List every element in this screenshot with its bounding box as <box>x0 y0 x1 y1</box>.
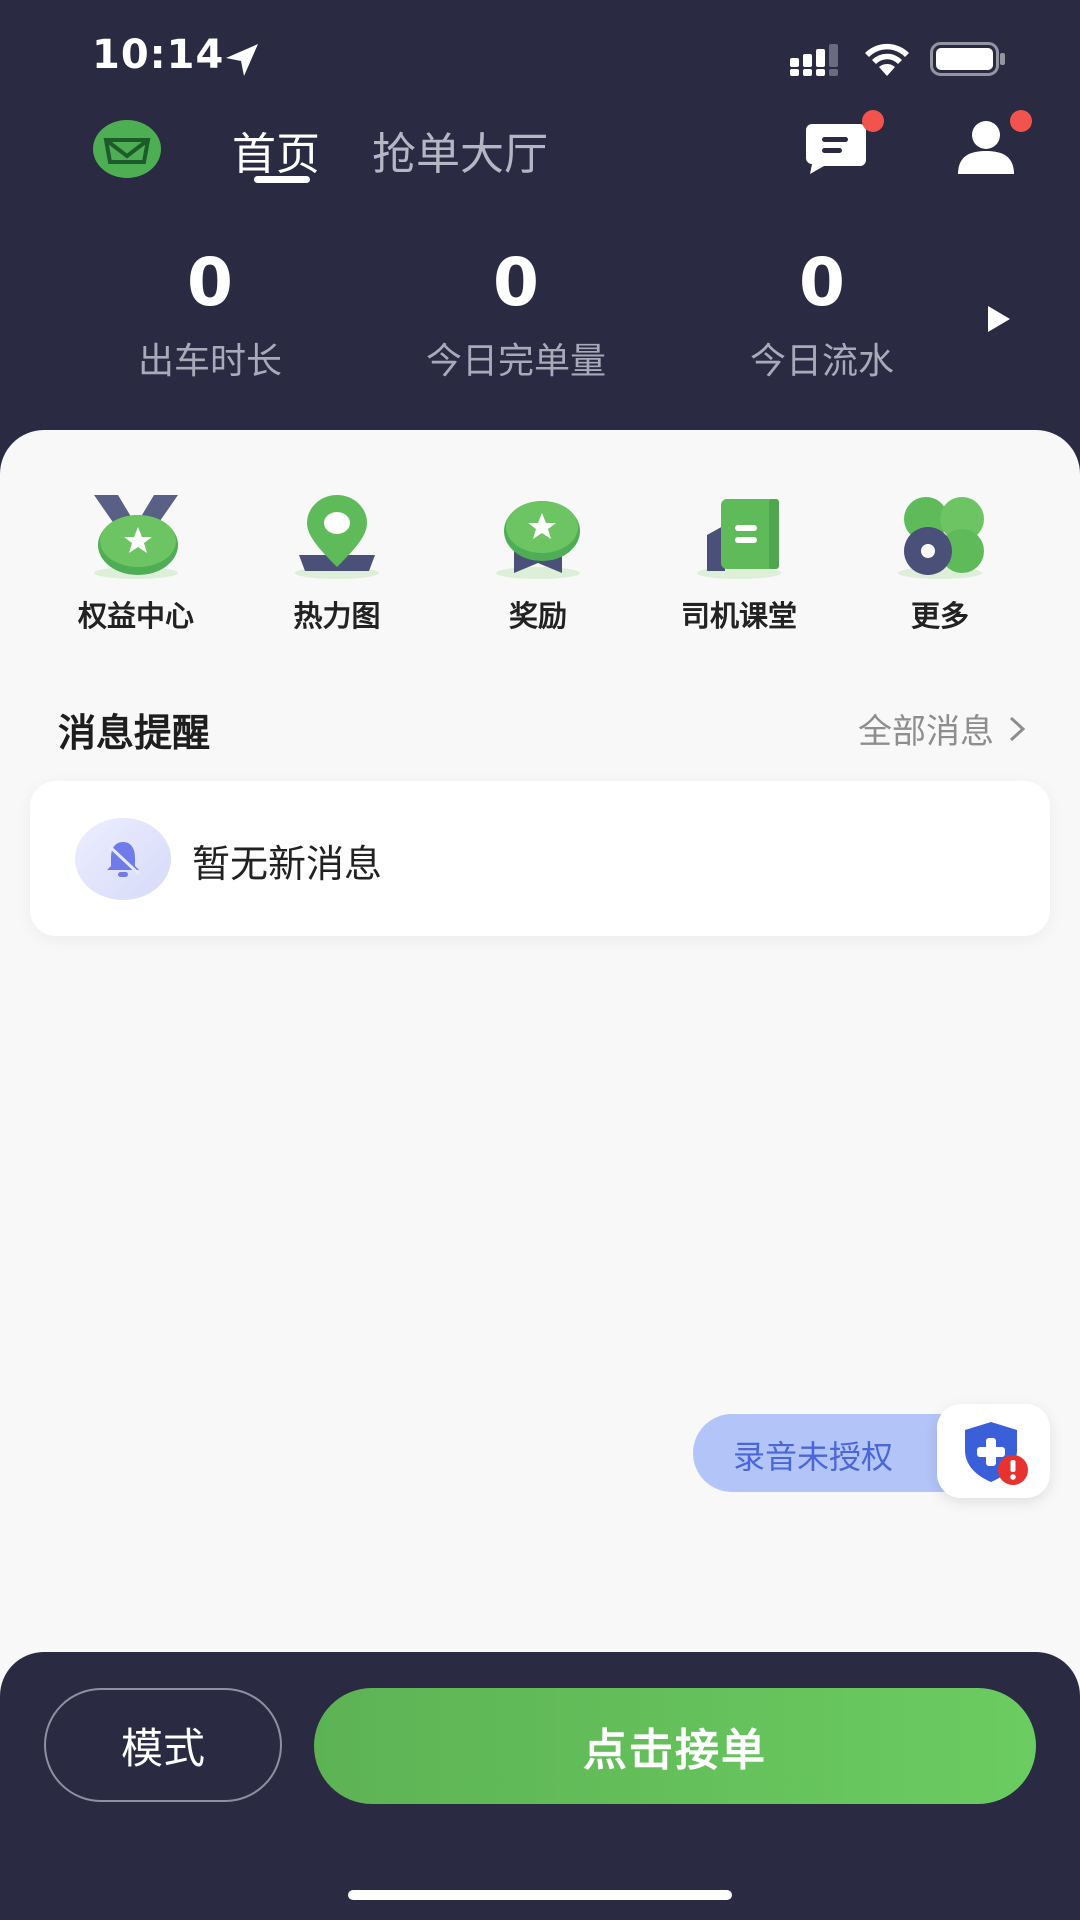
map-pin-icon <box>295 495 379 579</box>
stat-revenue-today: 0 今日流水 <box>672 248 972 384</box>
all-messages-label: 全部消息 <box>858 712 994 752</box>
safety-shield-button[interactable] <box>937 1404 1050 1498</box>
quick-action-label: 奖励 <box>508 599 567 633</box>
book-icon <box>697 499 781 579</box>
message-badge-dot <box>862 110 884 132</box>
stat-online-duration: 0 出车时长 <box>60 248 360 384</box>
all-messages-link[interactable]: 全部消息 <box>858 704 1026 753</box>
bell-muted-icon <box>107 842 141 877</box>
tab-order-hall[interactable]: 抢单大厅 <box>372 118 548 182</box>
quick-action-label: 更多 <box>910 599 969 633</box>
user-profile-icon[interactable] <box>956 118 1016 176</box>
shield-alert-icon <box>965 1422 1028 1485</box>
chevron-right-icon <box>1009 716 1026 741</box>
award-ribbon-icon <box>496 501 580 579</box>
quick-action-label: 司机课堂 <box>680 599 797 633</box>
quick-action-heatmap[interactable]: 热力图 <box>237 495 437 635</box>
quick-action-benefits[interactable]: 权益中心 <box>36 495 236 635</box>
active-tab-indicator <box>254 176 310 183</box>
bell-avatar <box>75 818 171 900</box>
empty-message-text: 暂无新消息 <box>192 842 383 886</box>
stats-expand-arrow-icon[interactable] <box>986 304 1012 334</box>
chat-message-icon[interactable] <box>804 120 868 176</box>
stat-label: 出车时长 <box>137 341 282 382</box>
quick-action-rewards[interactable]: 奖励 <box>438 495 638 635</box>
cell-signal-icon <box>790 44 838 76</box>
stat-value: 0 <box>493 244 539 321</box>
app-logo <box>93 120 161 178</box>
battery-icon <box>930 42 1005 76</box>
mode-button[interactable]: 模式 <box>44 1688 282 1802</box>
stat-value: 0 <box>187 244 233 321</box>
home-indicator[interactable] <box>348 1890 732 1900</box>
quick-action-label: 权益中心 <box>77 599 194 633</box>
stat-label: 今日流水 <box>749 341 894 382</box>
status-time: 10:14 <box>92 32 225 78</box>
recording-status-text: 录音未授权 <box>733 1438 894 1476</box>
quick-action-more[interactable]: 更多 <box>840 495 1040 635</box>
quick-action-label: 热力图 <box>293 599 381 633</box>
stat-value: 0 <box>799 244 845 321</box>
stat-label: 今日完单量 <box>425 341 606 382</box>
profile-badge-dot <box>1010 110 1032 132</box>
tab-home[interactable]: 首页 <box>232 118 320 182</box>
location-arrow-icon <box>226 44 258 76</box>
message-section-title: 消息提醒 <box>58 711 211 755</box>
quick-action-driver-class[interactable]: 司机课堂 <box>639 495 839 635</box>
wifi-icon <box>865 43 909 76</box>
stat-orders-today: 0 今日完单量 <box>366 248 666 384</box>
accept-order-button[interactable]: 点击接单 <box>314 1688 1036 1804</box>
message-card: 暂无新消息 <box>30 781 1050 936</box>
medal-star-icon <box>94 495 178 579</box>
more-grid-icon <box>898 497 984 579</box>
